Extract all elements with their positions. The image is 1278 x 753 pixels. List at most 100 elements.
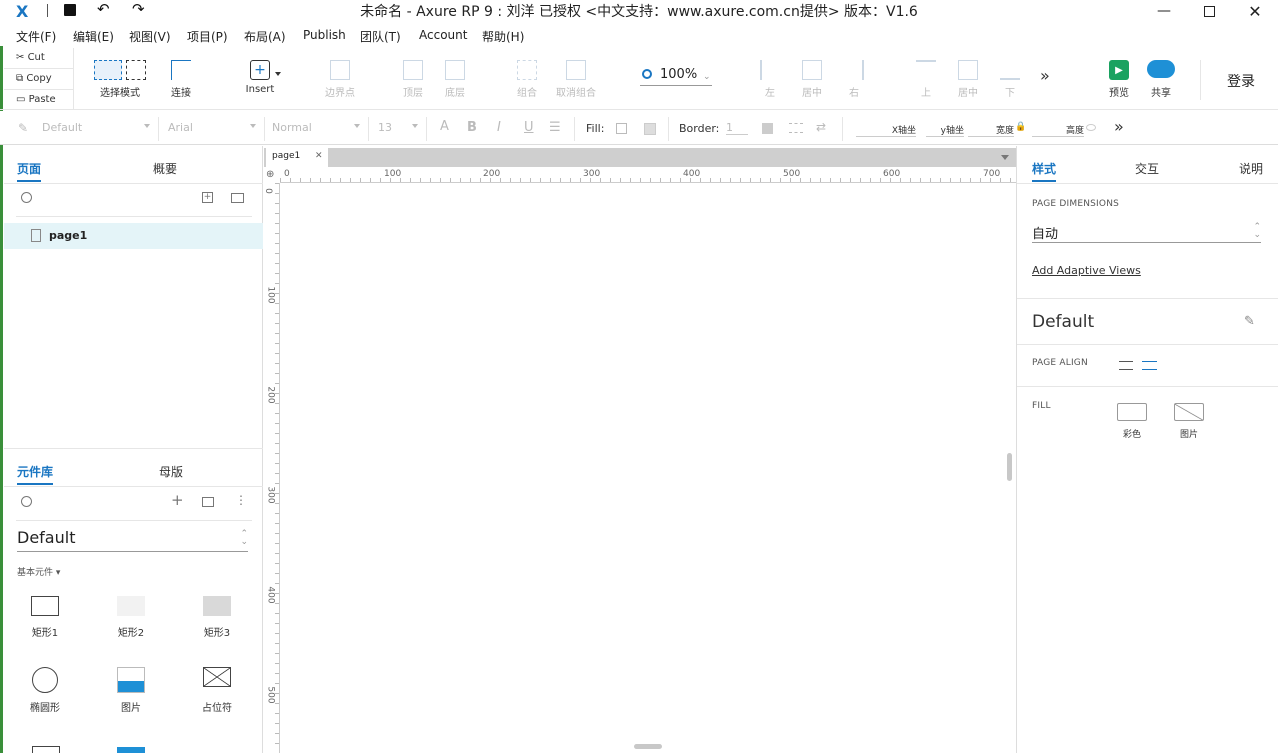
send-bottom-button[interactable]: 底层 bbox=[438, 60, 472, 99]
height-input[interactable]: 高度 bbox=[1032, 123, 1084, 137]
align-top-button[interactable]: 上 bbox=[912, 60, 940, 99]
select-contain-icon[interactable] bbox=[126, 60, 146, 80]
underline-icon[interactable]: U bbox=[524, 120, 534, 135]
menu-project[interactable]: 项目(P) bbox=[187, 28, 228, 45]
widget-partial[interactable] bbox=[32, 746, 60, 753]
select-intersect-icon[interactable] bbox=[94, 60, 122, 80]
add-folder-icon[interactable] bbox=[231, 193, 244, 203]
insert-button[interactable]: + Insert bbox=[240, 60, 280, 95]
widget-rectangle-2[interactable]: 矩形2 bbox=[101, 596, 161, 639]
align-center-icon[interactable] bbox=[1142, 361, 1157, 370]
more-tools-icon[interactable]: » bbox=[1040, 66, 1050, 85]
preview-button[interactable]: ▶ 预览 bbox=[1102, 60, 1136, 99]
vertical-scrollbar[interactable] bbox=[1007, 453, 1012, 481]
tab-style[interactable]: 样式 bbox=[1032, 160, 1056, 177]
fill-image-option[interactable]: 图片 bbox=[1173, 403, 1205, 440]
menu-account[interactable]: Account bbox=[419, 28, 467, 42]
close-button[interactable]: ✕ bbox=[1232, 0, 1278, 22]
tab-outline[interactable]: 概要 bbox=[153, 160, 177, 177]
maximize-button[interactable] bbox=[1186, 0, 1232, 22]
search-icon[interactable] bbox=[21, 192, 32, 203]
y-coordinate-input[interactable]: y轴坐 bbox=[926, 123, 964, 137]
zoom-value: 100% bbox=[660, 67, 698, 82]
bullet-list-icon[interactable]: ☰ bbox=[549, 120, 561, 135]
fill-color-swatch[interactable] bbox=[616, 123, 627, 134]
add-library-icon[interactable]: + bbox=[171, 491, 184, 509]
align-bottom-button[interactable]: 下 bbox=[996, 60, 1024, 99]
more-vertical-icon[interactable]: ⋮ bbox=[235, 493, 247, 507]
tab-notes[interactable]: 说明 bbox=[1239, 160, 1263, 177]
section-basic-widgets[interactable]: 基本元件 ▾ bbox=[17, 565, 60, 578]
style-edit-icon[interactable]: ✎ bbox=[1244, 314, 1255, 329]
page-dimension-select[interactable]: 自动 ⌃ ⌄ bbox=[1032, 223, 1261, 243]
fill-shade-swatch[interactable] bbox=[644, 123, 656, 135]
horizontal-scrollbar[interactable] bbox=[634, 744, 662, 749]
align-center-button[interactable]: 居中 bbox=[798, 60, 826, 99]
menu-file[interactable]: 文件(F) bbox=[16, 28, 56, 45]
paste-button[interactable]: ▭ Paste bbox=[16, 94, 56, 105]
search-icon[interactable] bbox=[21, 496, 32, 507]
align-bottom-label: 下 bbox=[1005, 88, 1015, 99]
group-button[interactable]: 组合 bbox=[510, 60, 544, 99]
tab-library[interactable]: 元件库 bbox=[17, 463, 53, 480]
widget-rectangle-1[interactable]: 矩形1 bbox=[15, 596, 75, 639]
page-list-item[interactable]: page1 bbox=[4, 223, 263, 249]
lock-icon[interactable]: 🔒 bbox=[1015, 122, 1026, 132]
visibility-toggle-icon[interactable] bbox=[1086, 124, 1096, 131]
connect-button[interactable]: 连接 bbox=[160, 60, 202, 99]
more-format-icon[interactable]: » bbox=[1114, 117, 1124, 136]
tab-masters[interactable]: 母版 bbox=[159, 463, 183, 480]
border-style-icon[interactable] bbox=[789, 123, 803, 133]
library-select[interactable]: Default ⌃ ⌄ bbox=[17, 528, 248, 552]
ruler-corner-icon[interactable]: ⊕ bbox=[266, 169, 274, 180]
border-color-swatch[interactable] bbox=[762, 123, 773, 134]
bold-icon[interactable]: B bbox=[467, 120, 477, 135]
text-color-icon[interactable]: A bbox=[440, 119, 449, 134]
widget-rectangle-3[interactable]: 矩形3 bbox=[187, 596, 247, 639]
select-mode-button[interactable]: 选择模式 bbox=[89, 60, 151, 99]
tab-interactions[interactable]: 交互 bbox=[1135, 160, 1159, 177]
x-coordinate-input[interactable]: X轴坐 bbox=[856, 123, 916, 137]
width-input[interactable]: 宽度 bbox=[968, 123, 1014, 137]
menu-view[interactable]: 视图(V) bbox=[129, 28, 171, 45]
tab-pages[interactable]: 页面 bbox=[17, 160, 41, 177]
widget-ellipse[interactable]: 椭圆形 bbox=[15, 667, 75, 714]
font-dropdown[interactable]: Arial bbox=[168, 121, 256, 137]
font-size-dropdown[interactable]: 13 bbox=[378, 121, 418, 137]
menu-edit[interactable]: 编辑(E) bbox=[73, 28, 114, 45]
bring-top-button[interactable]: 顶层 bbox=[396, 60, 430, 99]
menu-layout[interactable]: 布局(A) bbox=[244, 28, 286, 45]
menu-help[interactable]: 帮助(H) bbox=[482, 28, 524, 45]
close-icon[interactable]: ✕ bbox=[315, 151, 323, 161]
add-page-icon[interactable]: + bbox=[202, 192, 213, 203]
share-button[interactable]: 共享 bbox=[1144, 60, 1178, 99]
points-button[interactable]: 边界点 bbox=[320, 60, 360, 99]
menu-team[interactable]: 团队(T) bbox=[360, 28, 401, 45]
align-left-button[interactable]: 左 bbox=[756, 60, 784, 99]
font-weight-dropdown[interactable]: Normal bbox=[272, 121, 360, 137]
style-edit-icon[interactable]: ✎ bbox=[18, 121, 28, 135]
italic-icon[interactable]: I bbox=[497, 120, 501, 135]
fill-color-option[interactable]: 彩色 bbox=[1116, 403, 1148, 440]
tab-dropdown-icon[interactable] bbox=[1001, 155, 1009, 160]
page-tab[interactable]: page1 ✕ bbox=[266, 148, 328, 167]
minimize-button[interactable]: — bbox=[1141, 0, 1187, 22]
library-options-icon[interactable] bbox=[202, 497, 214, 507]
cut-button[interactable]: ✂ Cut bbox=[16, 52, 45, 63]
widget-placeholder[interactable]: 占位符 bbox=[187, 667, 247, 714]
login-button[interactable]: 登录 bbox=[1227, 71, 1255, 91]
chevron-down-icon[interactable] bbox=[275, 72, 281, 76]
align-middle-button[interactable]: 居中 bbox=[954, 60, 982, 99]
border-width-input[interactable]: 1 bbox=[726, 121, 748, 135]
style-dropdown[interactable]: Default bbox=[42, 121, 150, 137]
align-right-button[interactable]: 右 bbox=[840, 60, 868, 99]
menu-publish[interactable]: Publish bbox=[303, 28, 346, 42]
arrow-style-icon[interactable]: ⇄ bbox=[816, 120, 826, 134]
ungroup-button[interactable]: 取消组合 bbox=[552, 60, 600, 99]
align-left-icon[interactable] bbox=[1119, 361, 1133, 370]
add-adaptive-views-link[interactable]: Add Adaptive Views bbox=[1032, 264, 1141, 277]
copy-button[interactable]: ⧉ Copy bbox=[16, 73, 52, 84]
zoom-control[interactable]: 100% ⌄ bbox=[640, 66, 712, 86]
widget-image[interactable]: 图片 bbox=[101, 667, 161, 714]
widget-partial[interactable] bbox=[117, 747, 145, 753]
